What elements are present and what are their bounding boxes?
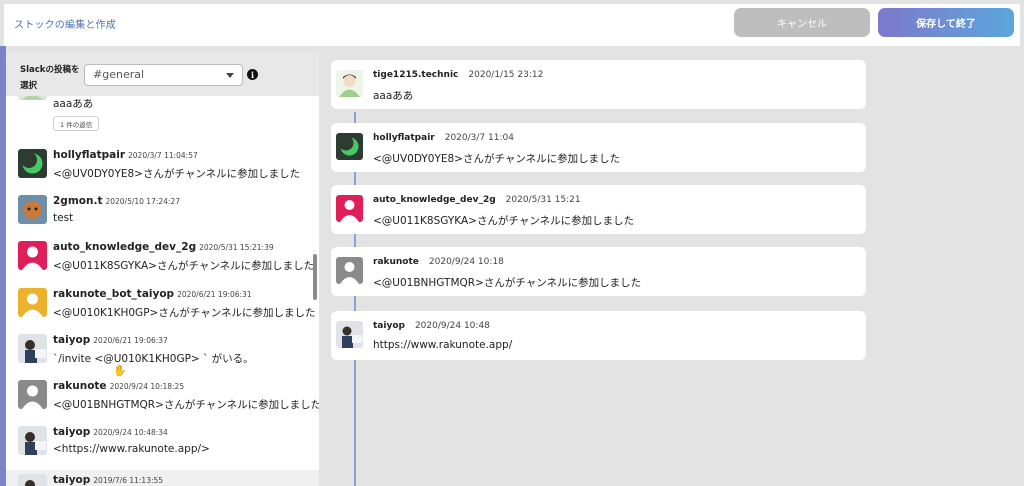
avatar: [336, 321, 363, 348]
channel-select-label: Slackの投稿を 選択: [20, 65, 80, 91]
message-author: taiyop 2020/6/21 19:06:37: [53, 334, 168, 346]
message-time: 2020/9/24 10:18:25: [109, 382, 185, 391]
message-author: auto_knowledge_dev_2g 2020/5/31 15:21:39: [53, 241, 274, 253]
slack-message-list[interactable]: aaaああ 1 件の返信 hollyflatpair 2020/3/7 11:04…: [6, 52, 319, 486]
avatar: [336, 133, 363, 160]
avatar: [336, 257, 363, 284]
avatar: [18, 195, 47, 224]
card-text: <@UV0DY0YE8>さんがチャンネルに参加しました: [373, 153, 621, 165]
card-time: 2020/9/24 10:18: [428, 257, 504, 267]
message-text: aaaああ: [53, 98, 94, 110]
channel-select[interactable]: #general: [84, 64, 243, 86]
message-time: 2020/5/10 17:24:27: [105, 197, 180, 206]
avatar: [18, 426, 47, 455]
stock-card[interactable]: taiyop 2020/9/24 10:48 https://www.rakuno…: [331, 311, 866, 360]
reply-count-button[interactable]: 1 件の返信: [53, 116, 100, 131]
message-text: <@UV0DY0YE8>さんがチャンネルに参加しました: [53, 168, 301, 180]
avatar: [336, 195, 363, 222]
stock-card[interactable]: tige1215.technic 2020/1/15 23:12 aaaああ: [331, 60, 866, 109]
channel-select-value: #general: [93, 68, 145, 81]
message-author: hollyflatpair 2020/3/7 11:04:57: [53, 149, 198, 161]
avatar: [18, 241, 47, 270]
card-time: 2020/3/7 11:04: [444, 133, 514, 143]
message-author: taiyop 2020/9/24 10:48:34: [53, 426, 168, 438]
avatar: [18, 380, 47, 409]
card-text: https://www.rakunote.app/: [373, 339, 513, 351]
card-text: <@U01BNHGTMQR>さんがチャンネルに参加しました: [373, 277, 642, 289]
message-author: rakunote_bot_taiyop 2020/6/21 19:06:31: [53, 288, 252, 300]
stock-card[interactable]: auto_knowledge_dev_2g 2020/5/31 15:21 <@U…: [331, 185, 866, 234]
card-time: 2020/9/24 10:48: [414, 321, 490, 331]
message-text: <@U011K8SGYKA>さんがチャンネルに参加しました: [53, 260, 315, 272]
message-time: 2020/5/31 15:21:39: [199, 243, 274, 252]
message-text: <@U010K1KH0GP>さんがチャンネルに参加しました: [53, 307, 316, 319]
cancel-button[interactable]: キャンセル: [734, 8, 870, 37]
page-title: ストックの編集と作成: [14, 20, 116, 31]
stock-card[interactable]: rakunote 2020/9/24 10:18 <@U01BNHGTMQR>さん…: [331, 247, 866, 296]
avatar: [18, 474, 47, 486]
card-author: hollyflatpair 2020/3/7 11:04: [373, 133, 514, 143]
hand-cursor-icon: ✋: [113, 364, 127, 377]
message-author: 2gmon.t 2020/5/10 17:24:27: [53, 195, 180, 207]
save-and-finish-button[interactable]: 保存して終了: [878, 8, 1014, 37]
message-time: 2020/6/21 19:06:37: [93, 336, 168, 345]
info-icon[interactable]: i: [247, 69, 258, 80]
card-time: 2020/5/31 15:21: [505, 195, 581, 205]
card-time: 2020/1/15 23:12: [468, 70, 544, 80]
message-time: 2019/7/6 11:13:55: [93, 476, 164, 485]
chevron-down-icon: [226, 73, 234, 78]
message-author: rakunote 2020/9/24 10:18:25: [53, 380, 185, 392]
card-text: <@U011K8SGYKA>さんがチャンネルに参加しました: [373, 215, 635, 227]
message-time: 2020/6/21 19:06:31: [177, 290, 252, 299]
avatar: [18, 288, 47, 317]
message-author: taiyop 2019/7/6 11:13:55: [53, 474, 164, 486]
stock-card[interactable]: hollyflatpair 2020/3/7 11:04 <@UV0DY0YE8>…: [331, 123, 866, 172]
message-time: 2020/3/7 11:04:57: [128, 151, 198, 160]
card-author: tige1215.technic 2020/1/15 23:12: [373, 70, 544, 80]
message-text: `/invite <@U010K1KH0GP> ` がいる。: [53, 353, 254, 365]
message-text: <https://www.rakunote.app/>: [53, 443, 210, 455]
card-author: auto_knowledge_dev_2g 2020/5/31 15:21: [373, 195, 581, 205]
card-author: rakunote 2020/9/24 10:18: [373, 257, 504, 267]
card-text: aaaああ: [373, 90, 414, 102]
list-item[interactable]: taiyop 2019/7/6 11:13:55: [6, 470, 319, 486]
message-text: <@U01BNHGTMQR>さんがチャンネルに参加しました: [53, 399, 319, 411]
card-author: taiyop 2020/9/24 10:48: [373, 321, 490, 331]
channel-select-area: Slackの投稿を 選択 #general i: [6, 52, 319, 96]
avatar: [18, 334, 47, 363]
avatar: [336, 70, 363, 97]
scrollbar-thumb[interactable]: [313, 254, 317, 300]
message-text: test: [53, 212, 74, 224]
avatar: [18, 149, 47, 178]
message-time: 2020/9/24 10:48:34: [93, 428, 168, 437]
